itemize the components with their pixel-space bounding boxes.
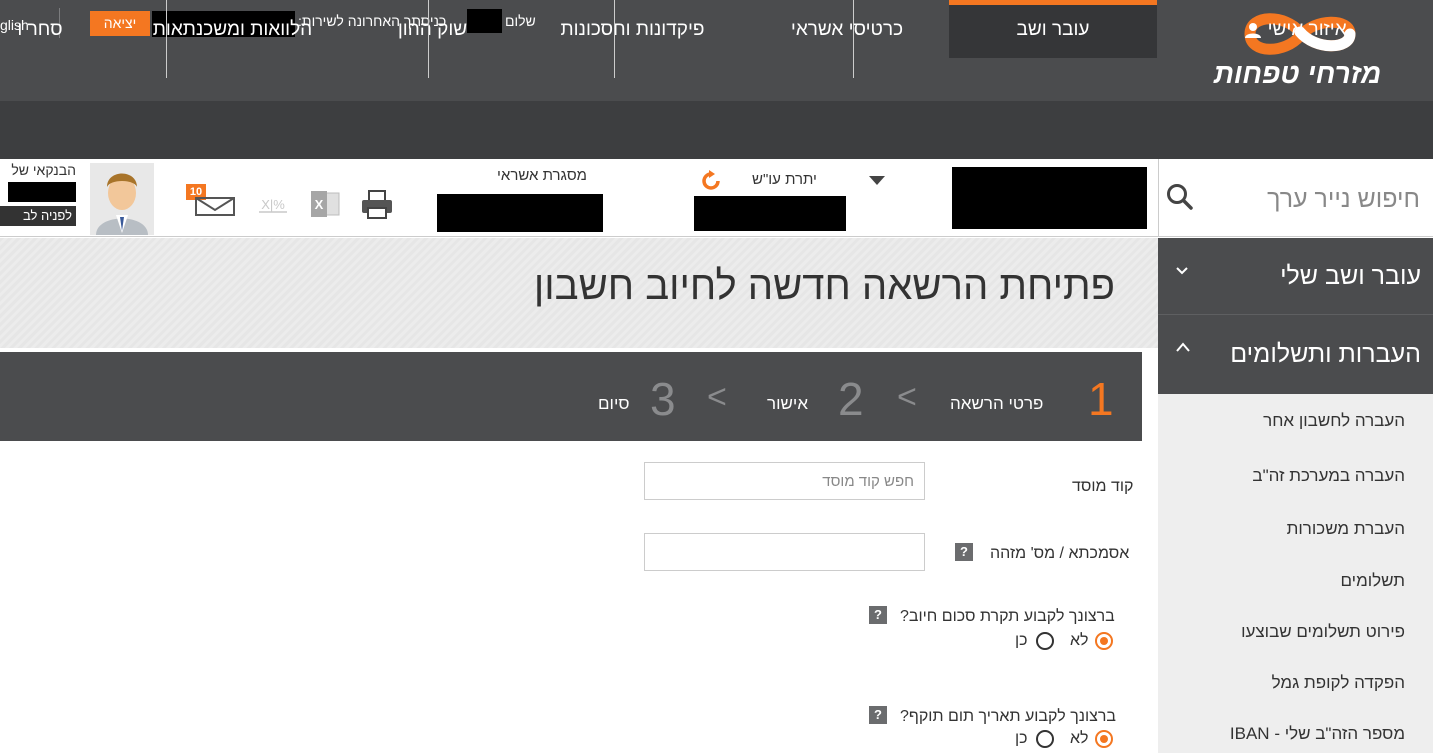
sidebar-section-transfers-payments[interactable]: העברות ותשלומים xyxy=(1158,315,1433,394)
step-2-number: 2 xyxy=(838,373,864,425)
info-bar-divider xyxy=(166,0,167,78)
sidebar-item-executed-payments[interactable]: פירוט תשלומים שבוצעו xyxy=(1241,622,1405,642)
institution-code-label: קוד מוסד xyxy=(1072,478,1134,495)
sidebar-item-transfer-rtgs[interactable]: העברה במערכת זה"ב xyxy=(1252,466,1405,486)
main-nav xyxy=(0,101,1433,159)
step-3-label: סיום xyxy=(598,394,630,413)
expiry-no-label: לא xyxy=(1070,730,1089,747)
search-input[interactable] xyxy=(1215,174,1420,224)
help-icon[interactable]: ? xyxy=(869,606,887,624)
redacted-balance xyxy=(694,196,846,231)
sidebar-item-transfer-other-account[interactable]: העברה לחשבון אחר xyxy=(1263,411,1405,431)
info-bar-divider xyxy=(614,0,615,78)
user-icon xyxy=(1245,22,1262,38)
redacted-banker-name xyxy=(8,182,76,202)
nav-personal-area-label: איזור אישי xyxy=(1267,19,1347,40)
sidebar-item-iban[interactable]: מספר הזה"ב שלי - IBAN xyxy=(1230,724,1405,744)
step-1-number: 1 xyxy=(1088,373,1114,425)
sidebar-section-my-account[interactable]: עובר ושב שלי xyxy=(1158,238,1433,315)
sidebar-item-payments[interactable]: תשלומים xyxy=(1340,571,1405,591)
redacted-credit-limit xyxy=(437,194,603,232)
chevron-up-icon[interactable] xyxy=(1175,341,1191,353)
print-icon[interactable] xyxy=(360,189,394,219)
limit-question-label: ברצונך לקבוע תקרת סכום חיוב? xyxy=(900,608,1115,625)
chevron-down-icon[interactable] xyxy=(1175,266,1189,276)
step-2-label: אישור xyxy=(767,394,808,413)
step-3-number: 3 xyxy=(650,373,676,425)
account-dropdown-arrow-icon[interactable] xyxy=(869,176,885,185)
expiry-no-radio[interactable] xyxy=(1095,730,1113,748)
balance-label: יתרת עו"ש xyxy=(752,171,817,188)
nav-deposits-savings[interactable]: פיקדונות וחסכונות xyxy=(520,0,745,58)
info-bar-divider xyxy=(428,0,429,78)
nav-capital-market[interactable]: שוק ההון xyxy=(345,0,520,58)
svg-text:X|%: X|% xyxy=(261,197,285,212)
limit-yes-label: כן xyxy=(1015,632,1028,649)
limit-yes-radio[interactable] xyxy=(1036,632,1054,650)
redacted-account-number xyxy=(952,167,1147,229)
logo-text: מזרחי טפחות xyxy=(1213,58,1382,89)
institution-code-search-input[interactable] xyxy=(644,462,925,500)
expiry-yes-label: כן xyxy=(1015,730,1028,747)
download-xml-icon[interactable]: X|% xyxy=(255,193,291,215)
svg-text:X: X xyxy=(315,197,324,212)
info-bar-divider xyxy=(853,0,854,78)
sidebar-item-provident-fund-deposit[interactable]: הפקדה לקופת גמל xyxy=(1272,673,1405,693)
limit-no-radio[interactable] xyxy=(1095,632,1113,650)
page-title: פתיחת הרשאה חדשה לחיוב חשבון xyxy=(533,264,1115,308)
mail-icon[interactable] xyxy=(194,194,238,218)
chevron-left-icon: < xyxy=(897,378,917,416)
nav-foreign-trade[interactable]: סחר ו xyxy=(0,0,100,58)
help-icon[interactable]: ? xyxy=(869,706,887,724)
nav-loans-mortgages[interactable]: הלוואות ומשכנתאות xyxy=(120,0,345,58)
expiry-yes-radio[interactable] xyxy=(1036,730,1054,748)
step-1-label: פרטי הרשאה xyxy=(950,394,1044,413)
excel-icon[interactable]: X xyxy=(309,190,341,218)
sidebar-item-salary-transfer[interactable]: העברת משכורות xyxy=(1287,519,1405,539)
nav-credit-cards[interactable]: כרטיסי אשראי xyxy=(745,0,949,58)
sidebar-section-my-account-label: עובר ושב שלי xyxy=(1280,262,1421,290)
reference-id-label: אסמכתא / מס' מזהה xyxy=(990,545,1130,562)
sidebar-section-transfers-payments-label: העברות ותשלומים xyxy=(1230,340,1421,368)
nav-current-account[interactable]: עובר ושב xyxy=(949,0,1157,58)
contact-banker-button[interactable]: לפניה לב xyxy=(0,206,76,226)
help-icon[interactable]: ? xyxy=(955,543,973,561)
chevron-left-icon: < xyxy=(707,378,727,416)
limit-no-label: לא xyxy=(1070,632,1089,649)
refresh-icon[interactable] xyxy=(700,170,722,192)
banker-label: הבנקאי של xyxy=(11,162,76,178)
credit-limit-label: מסגרת אשראי xyxy=(497,167,587,184)
expiry-question-label: ברצונך לקבוע תאריך תום תוקף? xyxy=(900,708,1116,725)
search-icon[interactable] xyxy=(1166,183,1194,211)
reference-id-input[interactable] xyxy=(644,533,925,571)
banker-avatar[interactable] xyxy=(90,163,154,235)
nav-personal-area[interactable]: איזור אישי xyxy=(1158,0,1433,58)
